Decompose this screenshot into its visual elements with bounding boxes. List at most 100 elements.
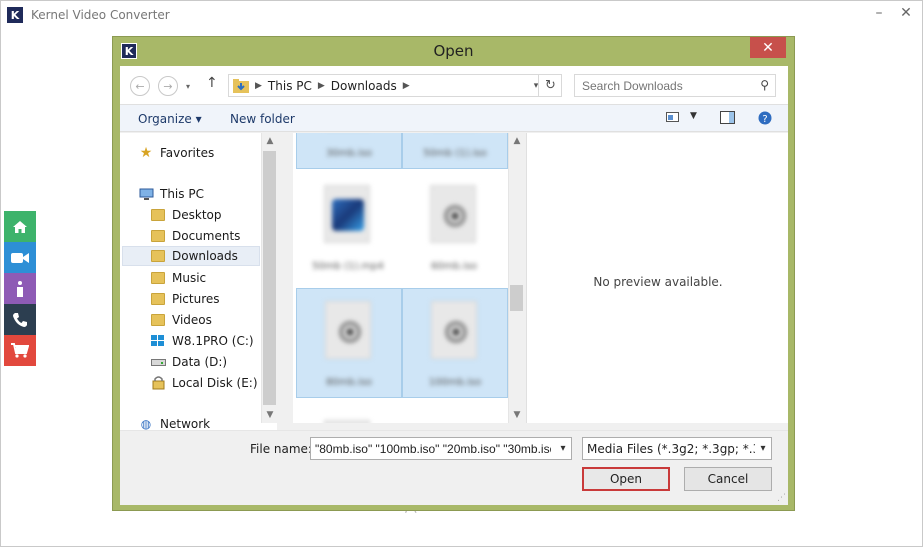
videos-folder-icon [150, 313, 166, 327]
chevron-down-icon[interactable]: ▾ [755, 438, 771, 459]
breadcrumb-downloads[interactable]: Downloads [331, 79, 397, 93]
nav-scroll-thumb[interactable] [263, 151, 276, 405]
chevron-right-icon: ▶ [402, 80, 410, 91]
side-toolbar [4, 211, 36, 366]
dialog-footer: File name: ▾ Media Files (*.3g2; *.3gp; … [120, 430, 788, 505]
help-icon: ? [758, 111, 772, 125]
view-options-dropdown[interactable]: ▼ [690, 111, 697, 121]
phone-button[interactable] [4, 304, 36, 335]
nav-network[interactable]: ◍ Network [138, 414, 210, 430]
minimize-button[interactable]: – [869, 5, 889, 21]
nav-label: Pictures [172, 292, 220, 306]
up-button[interactable]: ↑ [206, 75, 218, 91]
file-list-scrollbar[interactable]: ▲ ▼ [508, 133, 524, 423]
file-name-input[interactable] [315, 441, 551, 456]
dialog-close-button[interactable]: ✕ [750, 37, 786, 58]
nav-music[interactable]: Music [150, 268, 206, 288]
nav-this-pc[interactable]: This PC [138, 184, 204, 204]
file-type-value: Media Files (*.3g2; *.3gp; *.3gp2 [587, 441, 772, 456]
file-type-select[interactable]: Media Files (*.3g2; *.3gp; *.3gp2 ▾ [582, 437, 772, 460]
file-name-label: File name: [250, 442, 312, 456]
app-titlebar: K Kernel Video Converter – ✕ [1, 1, 922, 29]
file-tile[interactable]: 100mb.iso [402, 288, 508, 398]
back-button[interactable]: ← [130, 76, 150, 96]
nav-desktop[interactable]: Desktop [150, 205, 222, 225]
file-tile[interactable]: 80mb.iso [296, 288, 402, 398]
nav-videos[interactable]: Videos [150, 310, 212, 330]
home-button[interactable] [4, 211, 36, 242]
search-box[interactable]: ⚲ [574, 74, 776, 97]
app-close-button[interactable]: ✕ [896, 5, 916, 21]
navigation-pane: ★ Favorites This PC Desktop Documents Do… [120, 133, 277, 430]
file-tile[interactable]: 50mb (1).mp4 [296, 173, 402, 283]
dialog-body: ← → ▾ ↑ ▶ This PC ▶ Downloads ▶ ▾ ↻ ⚲ [120, 66, 788, 505]
disc-icon [443, 319, 469, 345]
file-name: 30mb.iso [325, 148, 373, 159]
open-dialog: K Open ✕ ← → ▾ ↑ ▶ This PC ▶ Downloads ▶… [112, 36, 795, 511]
phone-icon [13, 312, 27, 327]
nav-pictures[interactable]: Pictures [150, 289, 220, 309]
pictures-folder-icon [150, 292, 166, 306]
cart-icon [11, 343, 29, 358]
folder-icon [150, 229, 166, 243]
nav-drive-d[interactable]: Data (D:) [150, 352, 227, 372]
nav-downloads[interactable]: Downloads [122, 246, 260, 266]
forward-arrow-icon: → [163, 79, 173, 93]
app-logo-icon: K [7, 7, 23, 23]
cancel-button[interactable]: Cancel [684, 467, 772, 491]
cart-button[interactable] [4, 335, 36, 366]
chevron-right-icon: ▶ [317, 80, 325, 91]
organize-menu[interactable]: Organize ▾ [138, 112, 202, 126]
new-folder-button[interactable]: New folder [230, 112, 295, 126]
file-name: 80mb.iso [325, 377, 373, 388]
breadcrumb-this-pc[interactable]: This PC [268, 79, 312, 93]
nav-drive-e[interactable]: Local Disk (E:) [150, 373, 258, 393]
help-button[interactable]: ? [758, 111, 772, 129]
scroll-up-arrow-icon[interactable]: ▲ [262, 133, 278, 149]
recent-locations-button[interactable]: ▾ [182, 76, 194, 96]
drive-icon [150, 355, 166, 369]
scroll-down-arrow-icon[interactable]: ▼ [262, 407, 278, 423]
search-input[interactable] [582, 78, 742, 93]
open-button[interactable]: Open [582, 467, 670, 491]
resize-grip-icon[interactable]: ⋰ [777, 493, 786, 503]
chevron-down-icon: ▾ [185, 81, 190, 91]
scroll-up-arrow-icon[interactable]: ▲ [509, 133, 525, 149]
forward-button[interactable]: → [158, 76, 178, 96]
file-list: 30mb.iso 50mb (1).iso 50mb (1).mp4 60mb.… [293, 133, 508, 423]
dialog-toolbar: Organize ▾ New folder ▼ ? [120, 104, 788, 132]
change-view-button[interactable] [666, 111, 680, 127]
dialog-title: Open [433, 42, 474, 60]
dialog-titlebar: K Open ✕ [113, 37, 794, 65]
star-icon: ★ [139, 145, 153, 161]
address-bar[interactable]: ▶ This PC ▶ Downloads ▶ [228, 74, 562, 97]
nav-label: Videos [172, 313, 212, 327]
file-icon [324, 420, 370, 423]
video-button[interactable] [4, 242, 36, 273]
file-tile[interactable]: 50mb (1).iso [402, 133, 508, 169]
file-name-combo[interactable]: ▾ [310, 437, 572, 460]
nav-label: Downloads [172, 249, 238, 263]
nav-scrollbar[interactable]: ▲ ▼ [261, 133, 277, 423]
file-tile[interactable]: 30mb.iso [296, 133, 402, 169]
nav-documents[interactable]: Documents [150, 226, 240, 246]
downloads-folder-icon [150, 249, 166, 263]
file-name: 50mb (1).iso [423, 148, 487, 159]
nav-favorites[interactable]: ★ Favorites [138, 143, 215, 163]
preview-message: No preview available. [593, 275, 723, 289]
scroll-down-arrow-icon[interactable]: ▼ [509, 407, 525, 423]
file-list-scroll-thumb[interactable] [510, 285, 523, 311]
downloads-folder-icon [233, 78, 249, 93]
nav-label: This PC [160, 187, 204, 201]
info-button[interactable] [4, 273, 36, 304]
chevron-down-icon[interactable]: ▾ [555, 438, 571, 459]
preview-pane-button[interactable] [720, 111, 735, 128]
file-tile[interactable] [296, 408, 402, 423]
file-name: 100mb.iso [428, 377, 482, 388]
file-tile[interactable]: 60mb.iso [402, 173, 508, 283]
chevron-right-icon: ▶ [255, 80, 262, 91]
refresh-button[interactable]: ↻ [538, 74, 562, 97]
computer-icon [138, 187, 154, 201]
nav-drive-c[interactable]: W8.1PRO (C:) [150, 331, 254, 351]
media-file-icon [332, 199, 364, 231]
